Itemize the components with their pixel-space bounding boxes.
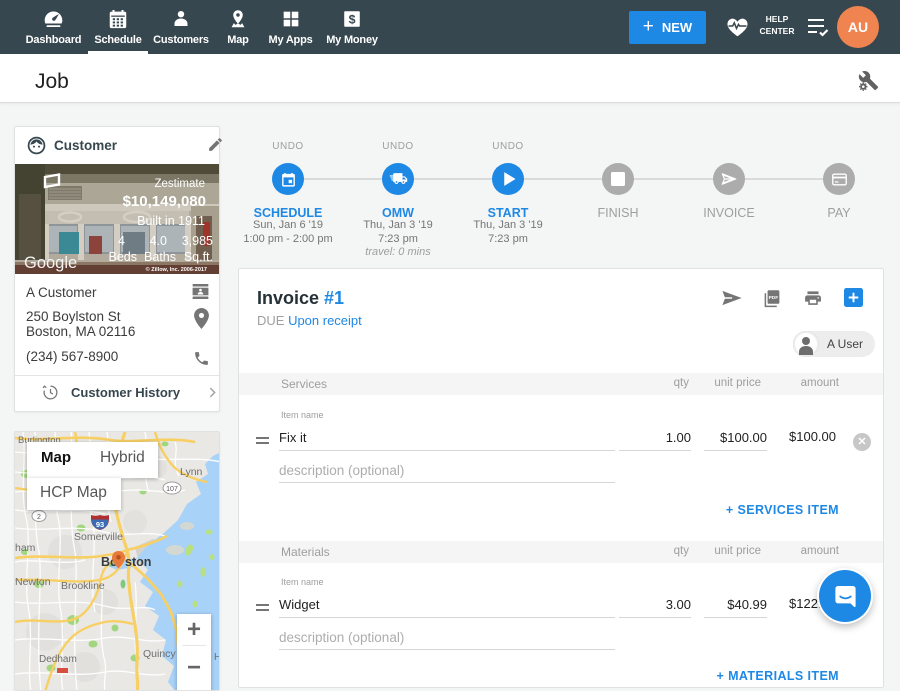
svg-text:93: 93 — [96, 520, 104, 529]
svg-text:Hi: Hi — [214, 652, 220, 663]
svg-text:Built in 1911: Built in 1911 — [137, 214, 205, 228]
svg-text:PDF: PDF — [769, 295, 779, 301]
svg-text:4.0: 4.0 — [150, 234, 167, 248]
svg-text:Beds: Beds — [109, 250, 138, 264]
svg-text:3,985: 3,985 — [182, 234, 213, 248]
svg-text:$: $ — [349, 13, 356, 27]
svg-text:ham: ham — [15, 542, 36, 554]
svg-text:Lynn: Lynn — [180, 466, 203, 478]
svg-text:ston: ston — [125, 555, 151, 569]
svg-text:107: 107 — [166, 486, 178, 493]
svg-text:Dedham: Dedham — [39, 654, 77, 665]
svg-text:Baths: Baths — [144, 250, 176, 264]
svg-text:2: 2 — [37, 514, 41, 521]
svg-text:© Zillow, Inc. 2006-2017: © Zillow, Inc. 2006-2017 — [146, 266, 207, 273]
svg-text:Google: Google — [24, 254, 77, 272]
svg-text:$10,149,080: $10,149,080 — [123, 193, 206, 210]
svg-text:Brookline: Brookline — [61, 580, 105, 592]
svg-text:Somerville: Somerville — [74, 531, 123, 543]
svg-text:Sq.ft.: Sq.ft. — [184, 250, 213, 264]
svg-text:Quincy: Quincy — [143, 648, 176, 660]
svg-text:Zestimate: Zestimate — [155, 178, 206, 190]
svg-text:4: 4 — [118, 234, 125, 248]
svg-text:Newton: Newton — [15, 576, 51, 588]
